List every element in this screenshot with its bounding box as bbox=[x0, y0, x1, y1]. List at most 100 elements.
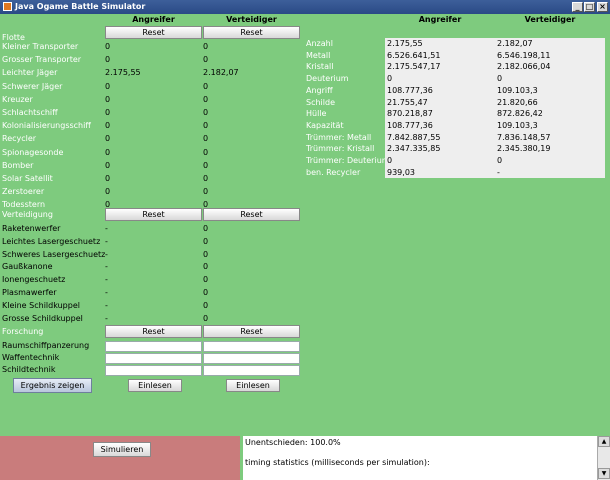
research-defender-field[interactable] bbox=[203, 365, 300, 376]
defense-defender-value[interactable]: 0 bbox=[203, 288, 208, 298]
defense-defender-value[interactable]: 0 bbox=[203, 250, 208, 260]
output-text-area[interactable]: Unentschieden: 100.0% timing statistics … bbox=[243, 436, 597, 480]
results-attacker-header: Angreifer bbox=[418, 15, 462, 24]
result-label: ben. Recycler bbox=[306, 167, 361, 177]
research-attacker-field[interactable] bbox=[105, 353, 202, 364]
research-row-label: Schildtechnik bbox=[2, 365, 56, 374]
result-defender-value: 21.820,66 bbox=[497, 97, 538, 107]
result-label: Trümmer: Deuterium bbox=[306, 156, 390, 165]
simulate-button[interactable]: Simulieren bbox=[93, 442, 151, 457]
show-result-button[interactable]: Ergebnis zeigen bbox=[13, 378, 92, 393]
fleet-defender-value[interactable]: 0 bbox=[203, 55, 208, 65]
fleet-row-label: Bomber bbox=[2, 160, 34, 170]
fleet-defender-value[interactable]: 2.182,07 bbox=[203, 68, 239, 78]
defense-attacker-value: - bbox=[105, 224, 108, 233]
result-attacker-value: 2.175.547,17 bbox=[387, 62, 441, 72]
title-bar: Java Ogame Battle Simulator _ □ × bbox=[0, 0, 610, 14]
fleet-defender-value[interactable]: 0 bbox=[203, 82, 208, 92]
fleet-attacker-value[interactable]: 0 bbox=[105, 121, 110, 131]
attacker-read-button[interactable]: Einlesen bbox=[128, 379, 182, 392]
fleet-attacker-value[interactable]: 0 bbox=[105, 148, 110, 158]
fleet-defender-value[interactable]: 0 bbox=[203, 121, 208, 131]
fleet-attacker-value[interactable]: 0 bbox=[105, 42, 110, 52]
fleet-defender-value[interactable]: 0 bbox=[203, 42, 208, 52]
result-attacker-value: 108.777,36 bbox=[387, 120, 433, 130]
fleet-attacker-value[interactable]: 0 bbox=[105, 108, 110, 118]
fleet-defender-value[interactable]: 0 bbox=[203, 174, 208, 184]
result-defender-value: 2.182.066,04 bbox=[497, 62, 551, 72]
minimize-button[interactable]: _ bbox=[572, 2, 583, 12]
defender-header: Verteidiger bbox=[226, 15, 277, 24]
research-defender-reset-button[interactable]: Reset bbox=[203, 325, 300, 338]
fleet-attacker-value[interactable]: 2.175,55 bbox=[105, 68, 141, 78]
defense-defender-value[interactable]: 0 bbox=[203, 237, 208, 247]
result-attacker-value: 870.218,87 bbox=[387, 109, 433, 119]
fleet-row-label: Todesstern bbox=[2, 200, 46, 210]
fleet-row-label: Kleiner Transporter bbox=[2, 42, 79, 51]
fleet-attacker-value[interactable]: 0 bbox=[105, 95, 110, 105]
defense-defender-reset-button[interactable]: Reset bbox=[203, 208, 300, 221]
result-label: Hülle bbox=[306, 109, 327, 119]
result-label: Anzahl bbox=[306, 39, 333, 48]
fleet-row-label: Kreuzer bbox=[2, 94, 33, 104]
results-panel: 2.175,55 2.182,07 6.526.641,51 6.546.198,11… bbox=[385, 38, 605, 178]
fleet-attacker-value[interactable]: 0 bbox=[105, 187, 110, 197]
defense-defender-value[interactable]: 0 bbox=[203, 224, 208, 234]
result-defender-value: 109.103,3 bbox=[497, 120, 538, 130]
fleet-defender-value[interactable]: 0 bbox=[203, 134, 208, 144]
result-label: Metall bbox=[306, 50, 331, 60]
result-defender-value: 872.826,42 bbox=[497, 109, 543, 119]
defense-defender-value[interactable]: 0 bbox=[203, 275, 208, 285]
close-button[interactable]: × bbox=[597, 2, 608, 12]
fleet-row-label: Spionagesonde bbox=[2, 147, 64, 157]
fleet-defender-value[interactable]: 0 bbox=[203, 161, 208, 171]
fleet-defender-reset-button[interactable]: Reset bbox=[203, 26, 300, 39]
research-attacker-field[interactable] bbox=[105, 341, 202, 352]
defense-attacker-value: - bbox=[105, 313, 108, 323]
research-defender-field[interactable] bbox=[203, 353, 300, 364]
defense-attacker-reset-button[interactable]: Reset bbox=[105, 208, 202, 221]
fleet-row-label: Zerstoerer bbox=[2, 187, 45, 197]
java-app-icon bbox=[3, 2, 12, 11]
fleet-attacker-reset-button[interactable]: Reset bbox=[105, 26, 202, 39]
result-attacker-value: 0 bbox=[387, 74, 393, 84]
fleet-attacker-value[interactable]: 0 bbox=[105, 134, 110, 144]
result-label: Deuterium bbox=[306, 74, 349, 84]
defense-defender-value[interactable]: 0 bbox=[203, 314, 208, 324]
research-attacker-field[interactable] bbox=[105, 365, 202, 376]
fleet-attacker-value[interactable]: 0 bbox=[105, 55, 110, 65]
defender-read-button[interactable]: Einlesen bbox=[226, 379, 280, 392]
result-defender-value: - bbox=[497, 167, 500, 177]
research-defender-field[interactable] bbox=[203, 341, 300, 352]
output-line-timing: timing statistics (milliseconds per simu… bbox=[245, 458, 430, 467]
fleet-defender-value[interactable]: 0 bbox=[203, 187, 208, 197]
output-scrollbar[interactable]: ▲ ▼ bbox=[597, 436, 610, 480]
defense-row-label: Raketenwerfer bbox=[2, 224, 61, 233]
defense-row-label: Ionengeschuetz bbox=[2, 275, 66, 285]
result-attacker-value: 2.175,55 bbox=[387, 39, 423, 48]
fleet-row-label: Leichter Jäger bbox=[2, 68, 58, 78]
fleet-attacker-value[interactable]: 0 bbox=[105, 161, 110, 171]
scroll-up-icon[interactable]: ▲ bbox=[598, 436, 610, 447]
maximize-button[interactable]: □ bbox=[584, 2, 595, 12]
result-defender-value: 0 bbox=[497, 74, 503, 84]
fleet-defender-value[interactable]: 0 bbox=[203, 108, 208, 118]
defense-row-label: Leichtes Lasergeschuetz bbox=[2, 236, 101, 246]
defense-attacker-value: - bbox=[105, 262, 108, 272]
fleet-row-label: Schlachtschiff bbox=[2, 108, 58, 117]
fleet-attacker-value[interactable]: 0 bbox=[105, 82, 110, 92]
defense-defender-value[interactable]: 0 bbox=[203, 262, 208, 272]
defense-defender-value[interactable]: 0 bbox=[203, 301, 208, 311]
defense-attacker-value: - bbox=[105, 275, 108, 285]
scroll-down-icon[interactable]: ▼ bbox=[598, 468, 610, 479]
result-attacker-value: 108.777,36 bbox=[387, 85, 433, 95]
defense-attacker-value: - bbox=[105, 249, 108, 259]
fleet-defender-value[interactable]: 0 bbox=[203, 148, 208, 158]
fleet-attacker-value[interactable]: 0 bbox=[105, 174, 110, 184]
attacker-header: Angreifer bbox=[132, 15, 175, 24]
fleet-row-label: Solar Satellit bbox=[2, 174, 53, 183]
result-label: Kapazität bbox=[306, 120, 344, 130]
fleet-row-label: Recycler bbox=[2, 134, 37, 144]
fleet-defender-value[interactable]: 0 bbox=[203, 95, 208, 105]
research-attacker-reset-button[interactable]: Reset bbox=[105, 325, 202, 338]
